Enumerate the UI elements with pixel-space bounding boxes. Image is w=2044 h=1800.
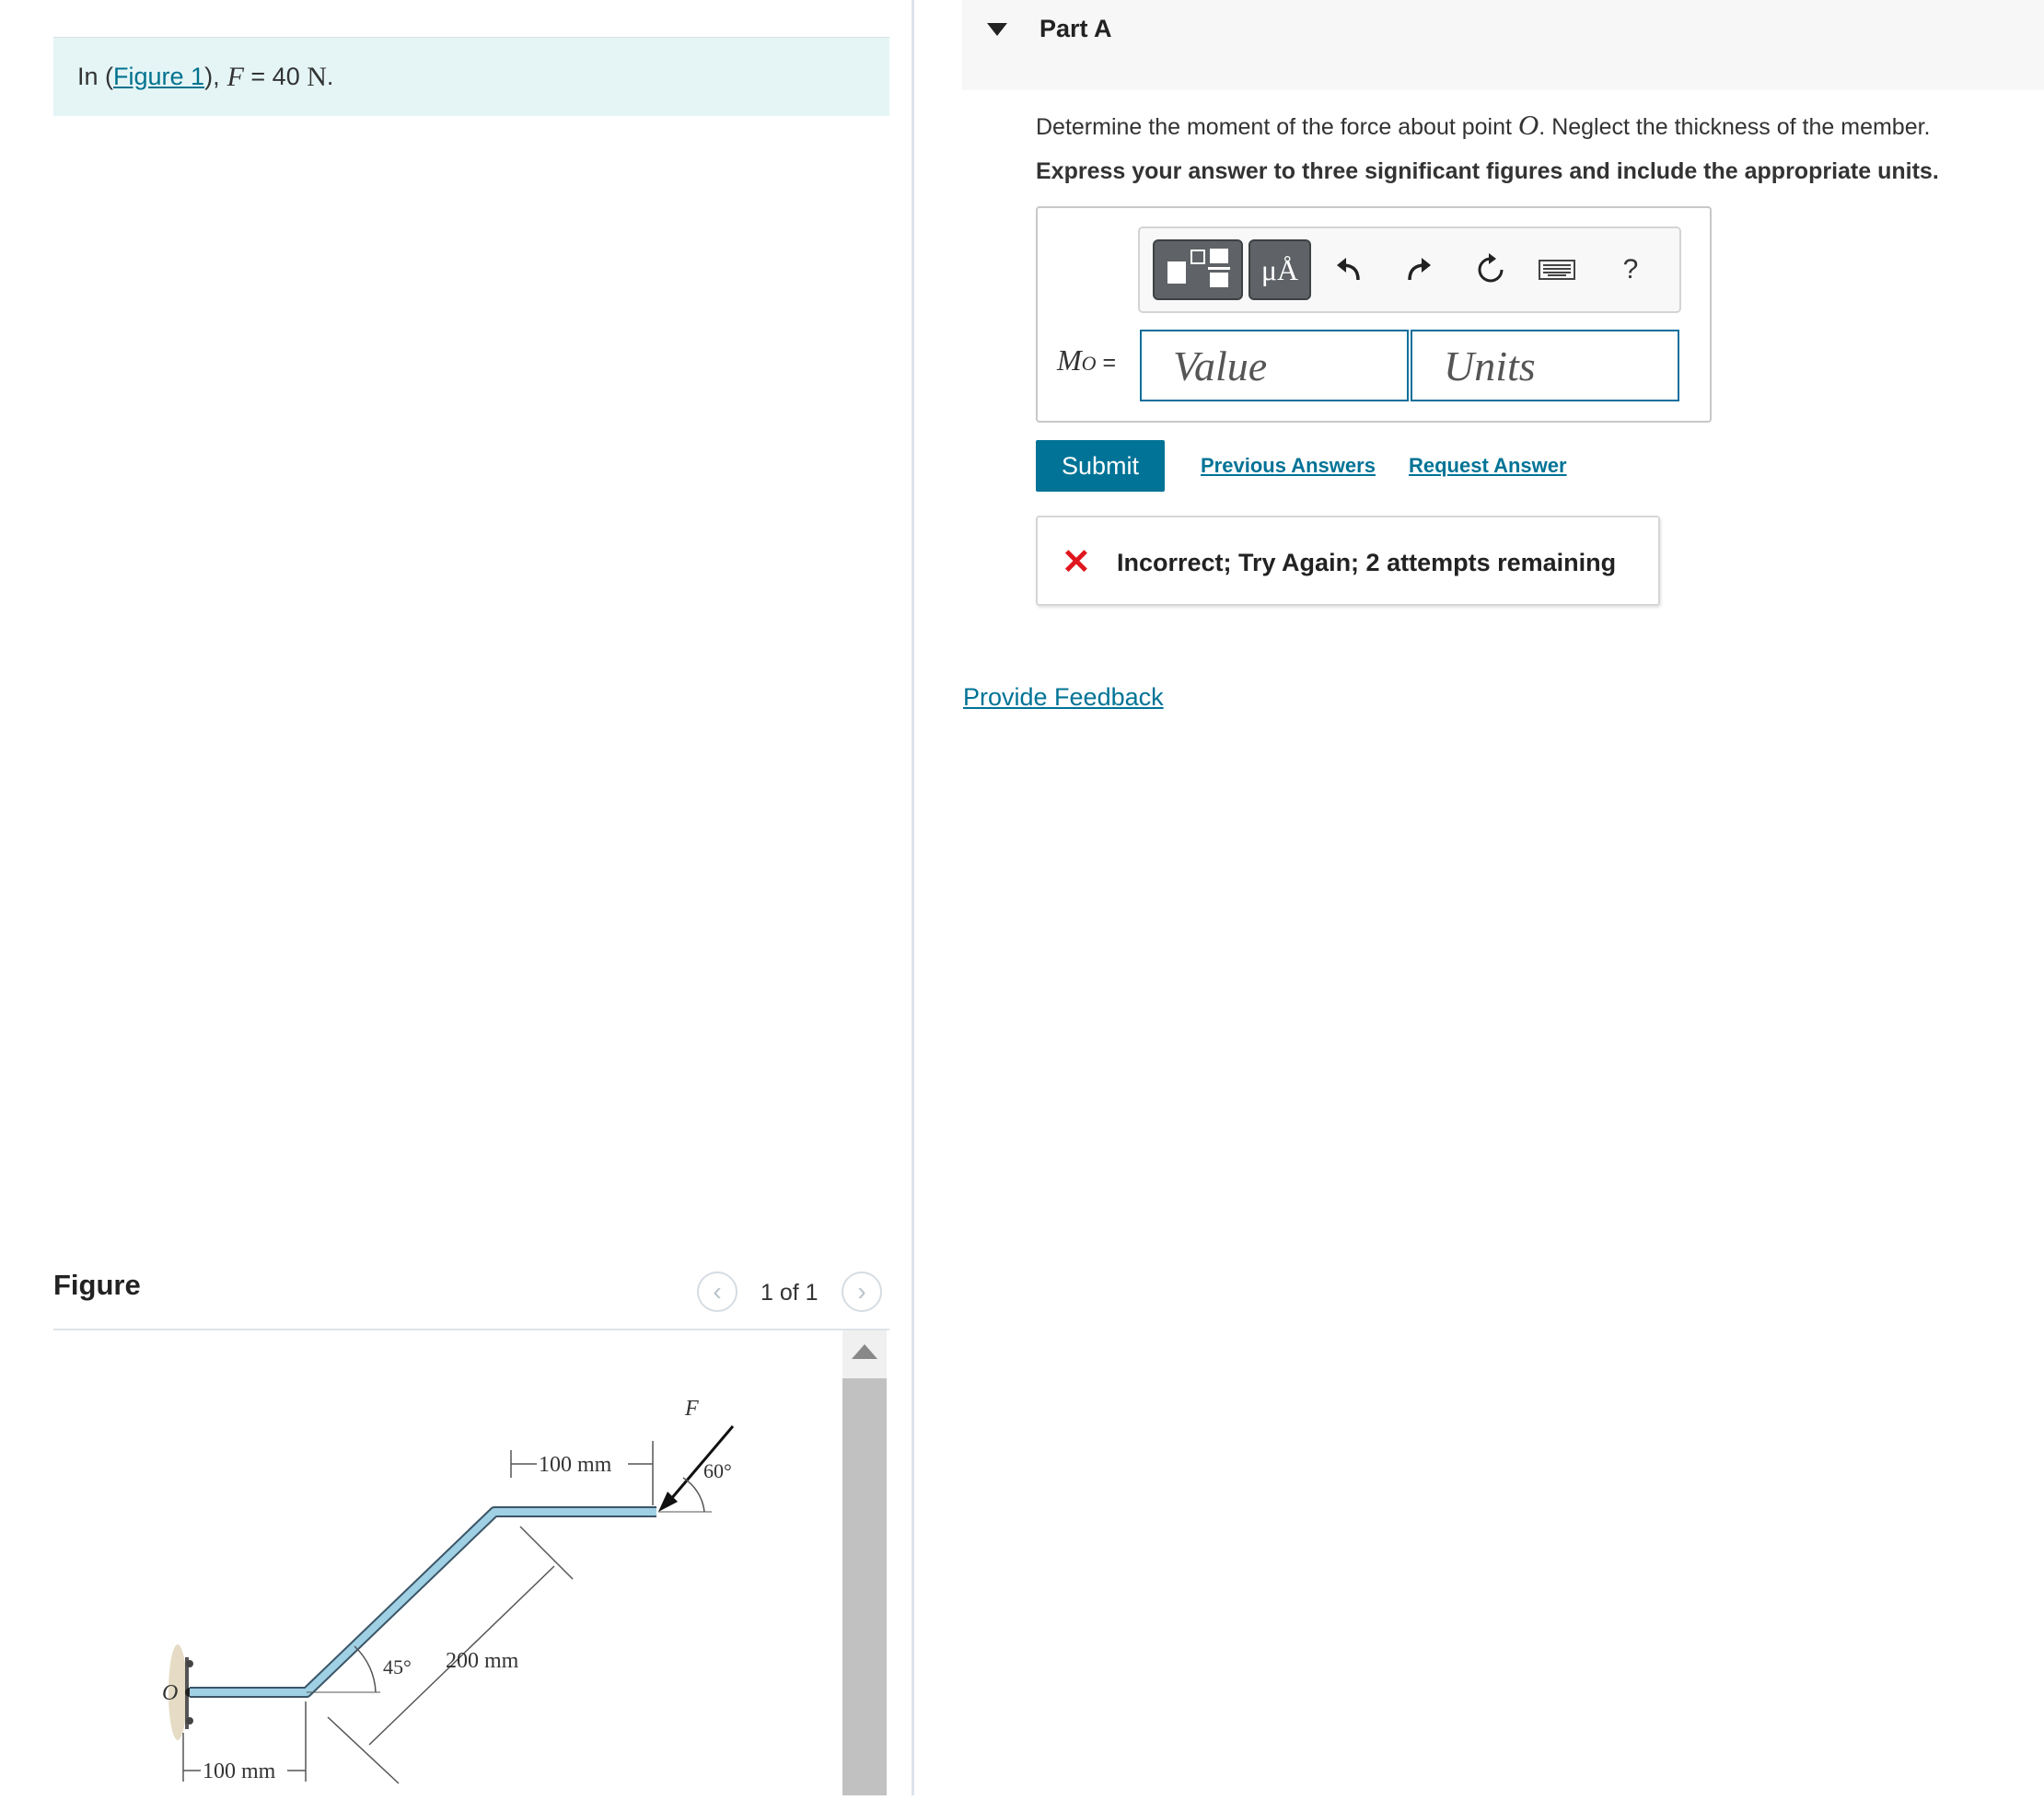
chevron-left-icon: ‹ (697, 1272, 737, 1312)
request-answer-link[interactable]: Request Answer (1409, 454, 1567, 478)
figure-image: F 60° 45° 100 mm 200 mm 100 mm O (53, 1330, 845, 1795)
collapse-caret-icon[interactable] (987, 23, 1007, 36)
incorrect-x-icon: ✕ (1062, 543, 1091, 582)
feedback-message: Incorrect; Try Again; 2 attempts remaini… (1117, 549, 1617, 576)
reset-icon[interactable] (1468, 247, 1514, 293)
previous-answers-link[interactable]: Previous Answers (1201, 454, 1376, 478)
figure-next-button[interactable]: › (842, 1271, 882, 1313)
label-dim-top: 100 mm (539, 1453, 612, 1477)
keyboard-icon[interactable] (1534, 247, 1580, 293)
problem-period: . (326, 63, 334, 90)
help-button[interactable]: ? (1608, 247, 1654, 293)
label-force: F (684, 1397, 699, 1421)
figure-prev-button[interactable]: ‹ (697, 1271, 737, 1313)
templates-icon (1167, 249, 1230, 287)
figure-pager: 1 of 1 (761, 1280, 819, 1306)
problem-suffix: ), (204, 63, 220, 90)
answer-label-var: M (1057, 343, 1082, 377)
figure-diagram: F 60° 45° 100 mm 200 mm 100 mm O (162, 1397, 735, 1784)
answer-label: MO = (1057, 343, 1116, 377)
label-dim-diag: 200 mm (446, 1649, 519, 1673)
templates-button[interactable] (1153, 239, 1243, 300)
force-variable: F (226, 61, 244, 92)
chevron-right-icon: › (842, 1272, 882, 1312)
redo-icon[interactable] (1396, 247, 1442, 293)
member-body (190, 1508, 656, 1696)
undo-icon[interactable] (1326, 247, 1372, 293)
value-input[interactable]: Value (1140, 330, 1409, 401)
force-unit: N (307, 61, 327, 92)
scroll-up-icon[interactable] (852, 1344, 877, 1359)
part-label: Part A (1039, 15, 1112, 42)
question-prefix: Determine the moment of the force about … (1036, 114, 1518, 140)
label-angle-45: 45° (383, 1655, 412, 1678)
submit-button[interactable]: Submit (1036, 440, 1165, 492)
units-symbols-button[interactable]: μÅ (1248, 239, 1311, 300)
figure-scrollbar-thumb[interactable] (842, 1378, 887, 1795)
problem-statement: In ( Figure 1 ), F = 40 N . (53, 37, 889, 116)
question-point: O (1517, 109, 1539, 141)
math-toolbar: μÅ ? (1138, 226, 1681, 313)
label-angle-60: 60° (703, 1459, 732, 1482)
question-text: Determine the moment of the force about … (1036, 109, 1931, 142)
force-equals: = 40 (243, 63, 308, 90)
answer-label-sub: O (1081, 352, 1097, 375)
panel-divider[interactable] (912, 0, 914, 1795)
figure-link[interactable]: Figure 1 (113, 63, 204, 91)
member-outline (190, 1506, 656, 1698)
figure-title: Figure (53, 1269, 141, 1301)
answer-instruction: Express your answer to three significant… (1036, 158, 1939, 184)
units-input[interactable]: Units (1411, 330, 1679, 401)
label-point-o: O (162, 1681, 178, 1705)
answer-label-eq: = (1096, 350, 1117, 376)
part-header[interactable] (962, 0, 2044, 90)
provide-feedback-link[interactable]: Provide Feedback (963, 683, 1164, 712)
label-dim-bottom: 100 mm (203, 1759, 276, 1783)
problem-prefix: In ( (77, 63, 114, 90)
question-suffix: . Neglect the thickness of the member. (1539, 114, 1931, 140)
